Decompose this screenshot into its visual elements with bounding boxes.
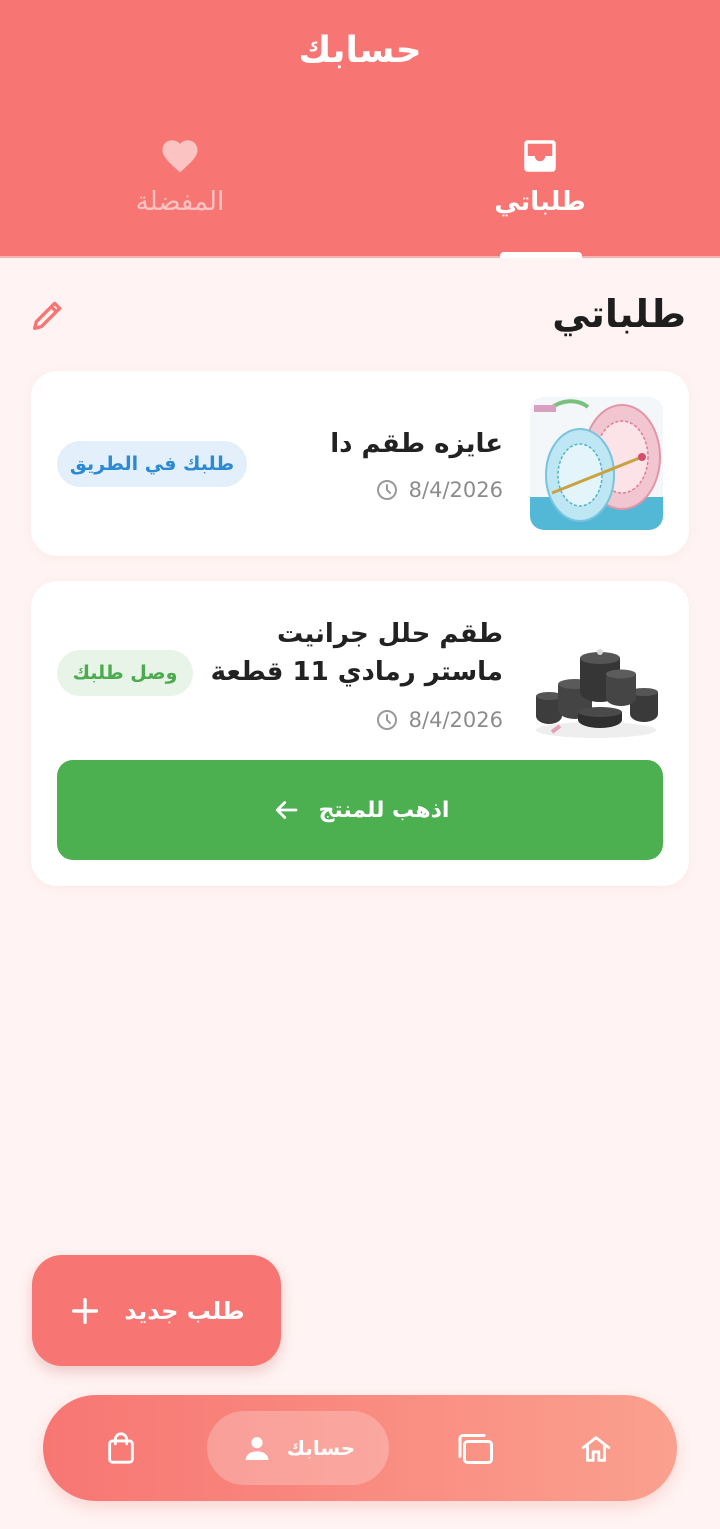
go-to-product-label: اذهب للمنتج xyxy=(318,797,450,823)
go-to-product-button[interactable]: اذهب للمنتج xyxy=(57,760,663,860)
offers-icon xyxy=(458,1434,493,1464)
active-tab-indicator xyxy=(500,252,582,258)
nav-offers[interactable] xyxy=(453,1428,497,1470)
edit-icon[interactable] xyxy=(28,295,68,335)
account-screen: حسابك طلباتي المفضلة طلباتي عايزه طقم دا… xyxy=(0,0,720,1529)
tab-favorites-label: المفضلة xyxy=(135,187,225,217)
tab-my-orders[interactable]: طلباتي xyxy=(420,135,660,258)
section-title: طلباتي xyxy=(552,292,686,336)
plates-product-image xyxy=(530,397,663,530)
new-order-label: طلب جديد xyxy=(124,1296,245,1325)
clock-icon xyxy=(376,480,397,500)
status-badge: وصل طلبك xyxy=(57,650,193,696)
order-thumbnail xyxy=(530,397,663,530)
shopping-bag-icon xyxy=(108,1432,134,1464)
order-date: 8/4/2026 xyxy=(375,708,503,732)
order-title: عايزه طقم دا xyxy=(330,429,503,459)
new-order-button[interactable]: طلب جديد xyxy=(32,1255,281,1366)
order-date-text: 8/4/2026 xyxy=(408,708,503,732)
order-title: طقم حلل جرانيت ماستر رمادي 11 قطعة xyxy=(210,619,503,687)
home-icon xyxy=(581,1436,611,1462)
nav-home[interactable] xyxy=(575,1428,617,1470)
status-badge: طلبك في الطريق xyxy=(57,441,247,487)
page-title: حسابك xyxy=(298,30,422,71)
order-thumbnail xyxy=(530,626,663,759)
nav-cart[interactable] xyxy=(102,1427,140,1469)
bottom-navigation: حسابك xyxy=(43,1395,677,1501)
order-date: 8/4/2026 xyxy=(375,478,503,502)
nav-account-label: حسابك xyxy=(286,1436,356,1460)
clock-icon xyxy=(376,710,397,730)
inbox-icon xyxy=(524,140,556,172)
arrow-left-icon xyxy=(275,801,297,819)
plus-icon xyxy=(72,1297,99,1324)
tab-my-orders-label: طلباتي xyxy=(494,187,586,217)
nav-account[interactable]: حسابك xyxy=(207,1411,389,1485)
tab-favorites[interactable]: المفضلة xyxy=(60,135,300,258)
order-card[interactable]: طقم حلل جرانيت ماستر رمادي 11 قطعة 8/4/2… xyxy=(31,581,689,886)
app-header: حسابك طلباتي المفضلة xyxy=(0,0,720,258)
order-card[interactable]: عايزه طقم دا 8/4/2026 طلبك في الطريق xyxy=(31,371,689,556)
heart-icon xyxy=(162,140,198,173)
order-date-text: 8/4/2026 xyxy=(408,478,503,502)
account-icon xyxy=(245,1437,269,1460)
cookware-product-image xyxy=(530,626,663,759)
